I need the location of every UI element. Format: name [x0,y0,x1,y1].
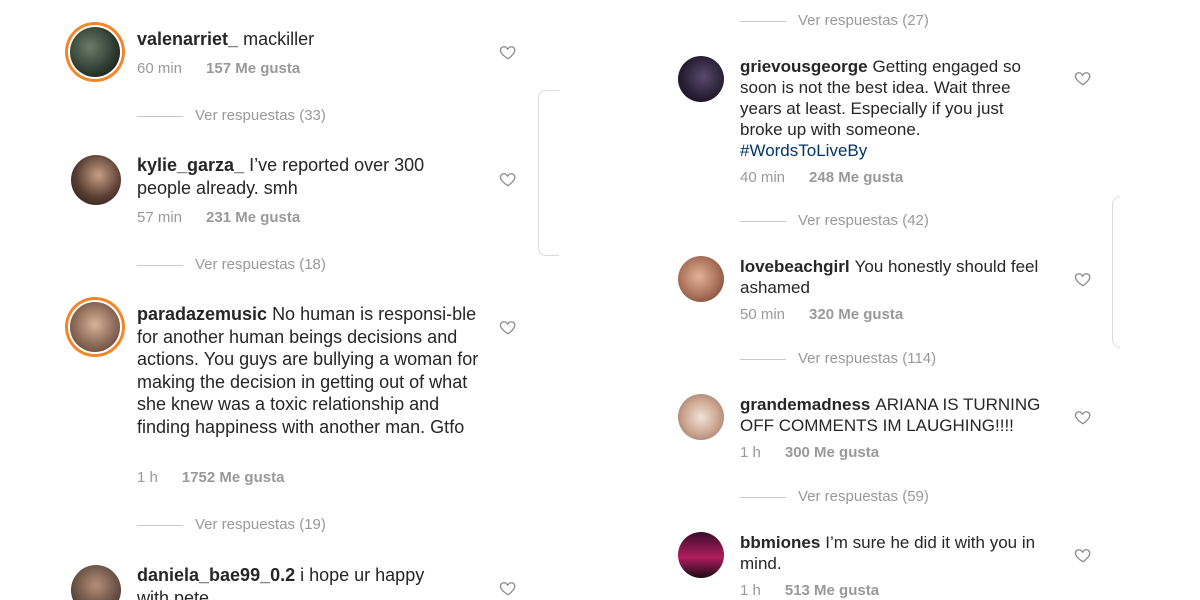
comment-text: grievousgeorge Getting engaged so soon is… [740,56,1040,161]
replies-divider [740,358,786,360]
comment-likes[interactable]: 157 Me gusta [206,60,300,77]
comment-username[interactable]: bbmiones [740,533,820,552]
comment-username[interactable]: grievousgeorge [740,57,868,76]
comment-meta: 1 h 513 Me gusta [740,582,879,599]
replies-label[interactable]: Ver respuestas (33) [195,107,326,124]
comment-meta: 60 min 157 Me gusta [137,60,300,77]
replies-divider [740,220,786,222]
heart-outline-icon[interactable] [499,43,517,61]
replies-divider [137,115,183,117]
avatar[interactable] [678,256,724,302]
comment-time: 40 min [740,169,786,186]
comment-hashtag[interactable]: #WordsToLiveBy [740,141,867,160]
comment-time: 1 h [740,582,761,599]
replies-divider [740,496,786,498]
view-replies-link[interactable]: Ver respuestas (42) [740,212,929,229]
comment-text: daniela_bae99_0.2 i hope ur happy with pe… [137,564,457,600]
comment-time: 1 h [137,469,158,486]
replies-divider [740,20,786,22]
avatar[interactable] [71,155,121,205]
heart-outline-icon[interactable] [499,579,517,597]
comment-meta: 57 min 231 Me gusta [137,209,300,226]
heart-outline-icon[interactable] [1074,408,1092,426]
comment-time: 1 h [740,444,761,461]
heart-outline-icon[interactable] [1074,270,1092,288]
view-replies-link[interactable]: Ver respuestas (19) [137,516,326,533]
comment-likes[interactable]: 248 Me gusta [809,169,903,186]
heart-outline-icon[interactable] [499,318,517,336]
scroll-edge [538,90,559,256]
avatar[interactable] [70,27,120,77]
comment-likes[interactable]: 231 Me gusta [206,209,300,226]
comment-item: daniela_bae99_0.2 i hope ur happy with pe… [0,550,560,600]
comment-text: bbmiones I’m sure he did it with you in m… [740,532,1040,574]
replies-label[interactable]: Ver respuestas (18) [195,256,326,273]
scroll-edge [1112,196,1120,348]
comment-text: valenarriet_ mackiller [137,28,487,51]
replies-label[interactable]: Ver respuestas (19) [195,516,326,533]
view-replies-link[interactable]: Ver respuestas (18) [137,256,326,273]
comment-time: 50 min [740,306,786,323]
comment-item: grandemadness ARIANA IS TURNING OFF COMME… [658,374,1120,512]
comment-username[interactable]: paradazemusic [137,304,267,324]
replies-label[interactable]: Ver respuestas (27) [798,12,929,29]
comment-meta: 50 min 320 Me gusta [740,306,903,323]
comment-item: paradazemusic No human is responsi-ble fo… [0,290,560,550]
comment-item: lovebeachgirl You honestly should feel as… [658,236,1120,374]
replies-label[interactable]: Ver respuestas (114) [798,350,936,367]
comment-username[interactable]: grandemadness [740,395,870,414]
comment-likes[interactable]: 513 Me gusta [785,582,879,599]
comment-meta: 1 h 1752 Me gusta [137,469,284,486]
avatar[interactable] [71,565,121,600]
comment-time: 60 min [137,60,183,77]
avatar[interactable] [70,302,120,352]
avatar[interactable] [678,394,724,440]
comment-username[interactable]: valenarriet_ [137,29,238,49]
view-replies-link[interactable]: Ver respuestas (114) [740,350,936,367]
comment-meta: 1 h 300 Me gusta [740,444,879,461]
comment-body: mackiller [243,29,315,49]
replies-divider [137,264,183,266]
comment-likes[interactable]: 1752 Me gusta [182,469,285,486]
heart-outline-icon[interactable] [499,170,517,188]
comment-username[interactable]: lovebeachgirl [740,257,850,276]
view-replies-link[interactable]: Ver respuestas (59) [740,488,929,505]
comment-meta: 40 min 248 Me gusta [740,169,903,186]
replies-label[interactable]: Ver respuestas (42) [798,212,929,229]
heart-outline-icon[interactable] [1074,546,1092,564]
comment-item: bbmiones I’m sure he did it with you in m… [658,512,1120,600]
comment-text: lovebeachgirl You honestly should feel as… [740,256,1040,298]
comment-time: 57 min [137,209,183,226]
replies-divider [137,524,183,526]
avatar[interactable] [678,532,724,578]
right-comments-panel: Ver respuestas (27) grievousgeorge Gettin… [658,0,1120,600]
avatar[interactable] [678,56,724,102]
comment-text: grandemadness ARIANA IS TURNING OFF COMME… [740,394,1050,436]
comment-item: kylie_garza_ I’ve reported over 300 peopl… [0,140,560,290]
comment-item: grievousgeorge Getting engaged so soon is… [658,40,1120,236]
view-replies-link[interactable]: Ver respuestas (33) [137,107,326,124]
replies-label[interactable]: Ver respuestas (59) [798,488,929,505]
comment-username[interactable]: kylie_garza_ [137,155,244,175]
comment-text: paradazemusic No human is responsi-ble fo… [137,303,482,438]
heart-outline-icon[interactable] [1074,69,1092,87]
comment-likes[interactable]: 320 Me gusta [809,306,903,323]
left-comments-panel: valenarriet_ mackiller 60 min 157 Me gusta… [0,0,560,600]
view-replies-link[interactable]: Ver respuestas (27) [740,12,929,29]
comment-username[interactable]: daniela_bae99_0.2 [137,565,295,585]
comment-item: valenarriet_ mackiller 60 min 157 Me gusta… [0,0,560,140]
comment-text: kylie_garza_ I’ve reported over 300 peopl… [137,154,447,199]
comment-likes[interactable]: 300 Me gusta [785,444,879,461]
